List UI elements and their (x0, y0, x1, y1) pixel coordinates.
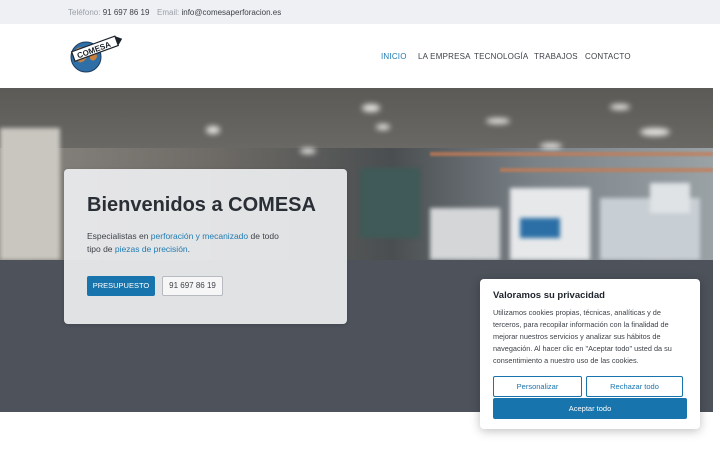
phone-info: Teléfono: 91 697 86 19 (68, 8, 149, 17)
comesa-logo[interactable]: COMESA (64, 35, 124, 75)
intro-link-piezas[interactable]: piezas de precisión (115, 244, 188, 254)
nav-la-empresa[interactable]: LA EMPRESA (418, 52, 471, 61)
intro-text-3: . (187, 244, 191, 254)
intro-link-perforacion[interactable]: perforación y mecanizado (151, 231, 248, 241)
site-header: COMESA INICIO LA EMPRESA TECNOLOGÍA TRAB… (0, 24, 720, 88)
cookie-consent-dialog: Valoramos su privacidad Utilizamos cooki… (480, 279, 700, 429)
email-info: Email: info@comesaperforacion.es (157, 8, 281, 17)
hero-title: Bienvenidos a COMESA (87, 194, 316, 216)
top-info-bar: Teléfono: 91 697 86 19 Email: info@comes… (0, 0, 720, 24)
budget-button[interactable]: PRESUPUESTO (87, 276, 155, 296)
cookie-customize-button[interactable]: Personalizar (493, 376, 582, 397)
intro-text-1: Especialistas en (87, 231, 151, 241)
hero-welcome-card: Bienvenidos a COMESA Especialistas en pe… (64, 169, 347, 324)
cookie-title: Valoramos su privacidad (493, 290, 605, 301)
hero-intro: Especialistas en perforación y mecanizad… (87, 230, 287, 256)
cookie-text: Utilizamos cookies propias, técnicas, an… (493, 308, 672, 365)
cookie-reject-button[interactable]: Rechazar todo (586, 376, 683, 397)
nav-trabajos[interactable]: TRABAJOS (534, 52, 578, 61)
phone-label: Teléfono: (68, 8, 101, 17)
email-label: Email: (157, 8, 180, 17)
nav-inicio[interactable]: INICIO (381, 52, 407, 61)
nav-tecnologia[interactable]: TECNOLOGÍA (474, 52, 528, 61)
cookie-accept-button[interactable]: Aceptar todo (493, 398, 687, 419)
phone-value[interactable]: 91 697 86 19 (103, 8, 150, 17)
globe-drill-icon: COMESA (70, 35, 123, 73)
phone-button[interactable]: 91 697 86 19 (162, 276, 223, 296)
nav-contacto[interactable]: CONTACTO (585, 52, 631, 61)
email-value[interactable]: info@comesaperforacion.es (181, 8, 281, 17)
